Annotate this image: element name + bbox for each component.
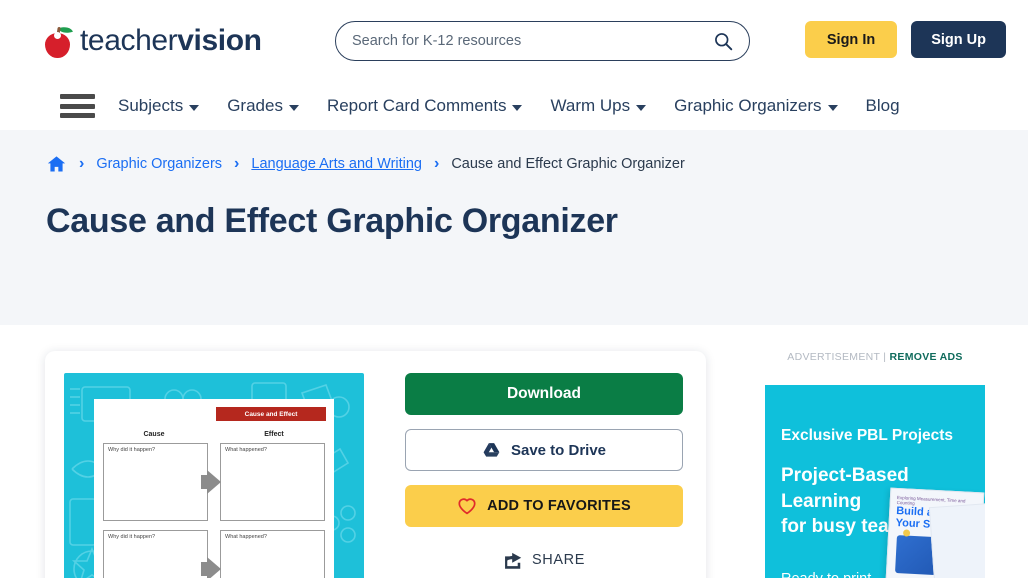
nav-item-graphic-organizers[interactable]: Graphic Organizers	[674, 96, 838, 116]
add-to-favorites-label: ADD TO FAVORITES	[487, 498, 631, 514]
chevron-down-icon	[636, 104, 647, 111]
site-logo[interactable]: teachervision	[42, 18, 262, 64]
main-navigation: Subjects Grades Report Card Comments War…	[0, 82, 1028, 130]
ad-headline-line1: Project-Based	[781, 465, 909, 486]
arrow-right-icon	[201, 470, 221, 494]
breadcrumb: › Graphic Organizers › Language Arts and…	[0, 152, 1028, 176]
sign-in-button[interactable]: Sign In	[804, 21, 898, 58]
ad-kicker: Exclusive PBL Projects	[781, 427, 954, 444]
chevron-down-icon	[827, 104, 838, 111]
worksheet-column-effect: Effect	[264, 431, 284, 438]
worksheet-cause-cell: Why did it happen?	[103, 530, 208, 578]
heart-icon	[458, 498, 476, 515]
resource-card: Cause and Effect Cause Effect Why did it…	[45, 351, 706, 578]
ad-subtext: Ready to print. Easy to implement.	[781, 567, 904, 578]
ad-subtext-line1: Ready to print.	[781, 567, 904, 578]
site-header: teachervision Sign In Sign Up	[0, 0, 1028, 82]
worksheet-row: Why did it happen? What happened?	[103, 443, 325, 521]
nav-label: Report Card Comments	[326, 96, 507, 115]
nav-label: Blog	[865, 96, 900, 115]
nav-item-subjects[interactable]: Subjects	[118, 96, 200, 116]
worksheet-sheet: Cause and Effect Cause Effect Why did it…	[94, 399, 334, 578]
home-icon[interactable]	[46, 154, 67, 174]
chevron-down-icon	[512, 104, 523, 111]
arrow-right-icon	[201, 557, 221, 578]
worksheet-effect-cell: What happened?	[220, 443, 325, 521]
search-icon[interactable]	[713, 31, 733, 51]
share-button[interactable]: SHARE	[405, 545, 683, 575]
save-to-drive-label: Save to Drive	[510, 441, 607, 459]
nav-items: Subjects Grades Report Card Comments War…	[118, 96, 900, 116]
auth-buttons: Sign In Sign Up	[804, 21, 1006, 58]
worksheet-title: Cause and Effect	[216, 407, 326, 421]
share-icon	[505, 552, 522, 569]
main-content: Cause and Effect Cause Effect Why did it…	[0, 325, 1028, 578]
page-title: Cause and Effect Graphic Organizer	[46, 202, 618, 240]
nav-label: Graphic Organizers	[674, 96, 822, 115]
worksheet-row: Why did it happen? What happened?	[103, 530, 325, 578]
worksheet-column-labels: Cause Effect	[94, 431, 334, 438]
breadcrumb-item-language-arts-and-writing[interactable]: Language Arts and Writing	[251, 156, 422, 172]
chevron-down-icon	[189, 104, 200, 111]
remove-ads-link[interactable]: REMOVE ADS	[890, 351, 963, 363]
nav-item-grades[interactable]: Grades	[227, 96, 299, 116]
page-root: teachervision Sign In Sign Up Subjects	[0, 0, 1028, 578]
advertisement-banner[interactable]: Exclusive PBL Projects Project-Based Lea…	[765, 385, 985, 578]
worksheet-cause-cell: Why did it happen?	[103, 443, 208, 521]
logo-wordmark: teachervision	[80, 26, 262, 56]
download-button[interactable]: Download	[405, 373, 683, 415]
share-label: SHARE	[532, 552, 585, 568]
chevron-down-icon	[288, 104, 299, 111]
logo-text-bold: vision	[177, 24, 262, 57]
advertisement-divider: |	[883, 351, 887, 363]
hamburger-icon[interactable]	[60, 94, 95, 118]
worksheet-column-cause: Cause	[143, 431, 165, 438]
advertisement-column: ADVERTISEMENT | REMOVE ADS Exclusive PBL…	[765, 351, 985, 578]
nav-label: Subjects	[118, 96, 184, 115]
nav-item-blog[interactable]: Blog	[866, 96, 900, 116]
nav-item-warm-ups[interactable]: Warm Ups	[550, 96, 647, 116]
nav-label: Grades	[227, 96, 283, 115]
breadcrumb-separator: ›	[434, 155, 440, 172]
advertisement-label: ADVERTISEMENT | REMOVE ADS	[765, 351, 985, 363]
search-input[interactable]	[352, 33, 713, 49]
apple-icon	[42, 24, 73, 58]
ad-book-cover-secondary	[928, 503, 985, 578]
add-to-favorites-button[interactable]: ADD TO FAVORITES	[405, 485, 683, 527]
preview-image: Cause and Effect Cause Effect Why did it…	[64, 373, 364, 578]
nav-item-report-card-comments[interactable]: Report Card Comments	[327, 96, 523, 116]
page-header-band: › Graphic Organizers › Language Arts and…	[0, 130, 1028, 325]
breadcrumb-separator: ›	[79, 155, 85, 172]
worksheet-effect-cell: What happened?	[220, 530, 325, 578]
logo-text-light: teacher	[80, 24, 178, 57]
save-to-drive-button[interactable]: Save to Drive	[405, 429, 683, 471]
breadcrumb-separator: ›	[234, 155, 240, 172]
sign-up-button[interactable]: Sign Up	[911, 21, 1006, 58]
resource-actions: Download Save to Drive ADD TO FAVORITES	[405, 373, 683, 578]
google-drive-icon	[483, 442, 500, 457]
worksheet-grid: Why did it happen? What happened? Why di…	[103, 443, 325, 578]
breadcrumb-item-graphic-organizers[interactable]: Graphic Organizers	[96, 156, 222, 172]
search-box[interactable]	[335, 21, 750, 61]
breadcrumb-item-current: Cause and Effect Graphic Organizer	[451, 156, 685, 172]
preview-thumbnail[interactable]: Cause and Effect Cause Effect Why did it…	[64, 373, 364, 578]
advertisement-text: ADVERTISEMENT	[787, 351, 881, 363]
search-container	[335, 21, 750, 61]
nav-label: Warm Ups	[550, 96, 631, 115]
